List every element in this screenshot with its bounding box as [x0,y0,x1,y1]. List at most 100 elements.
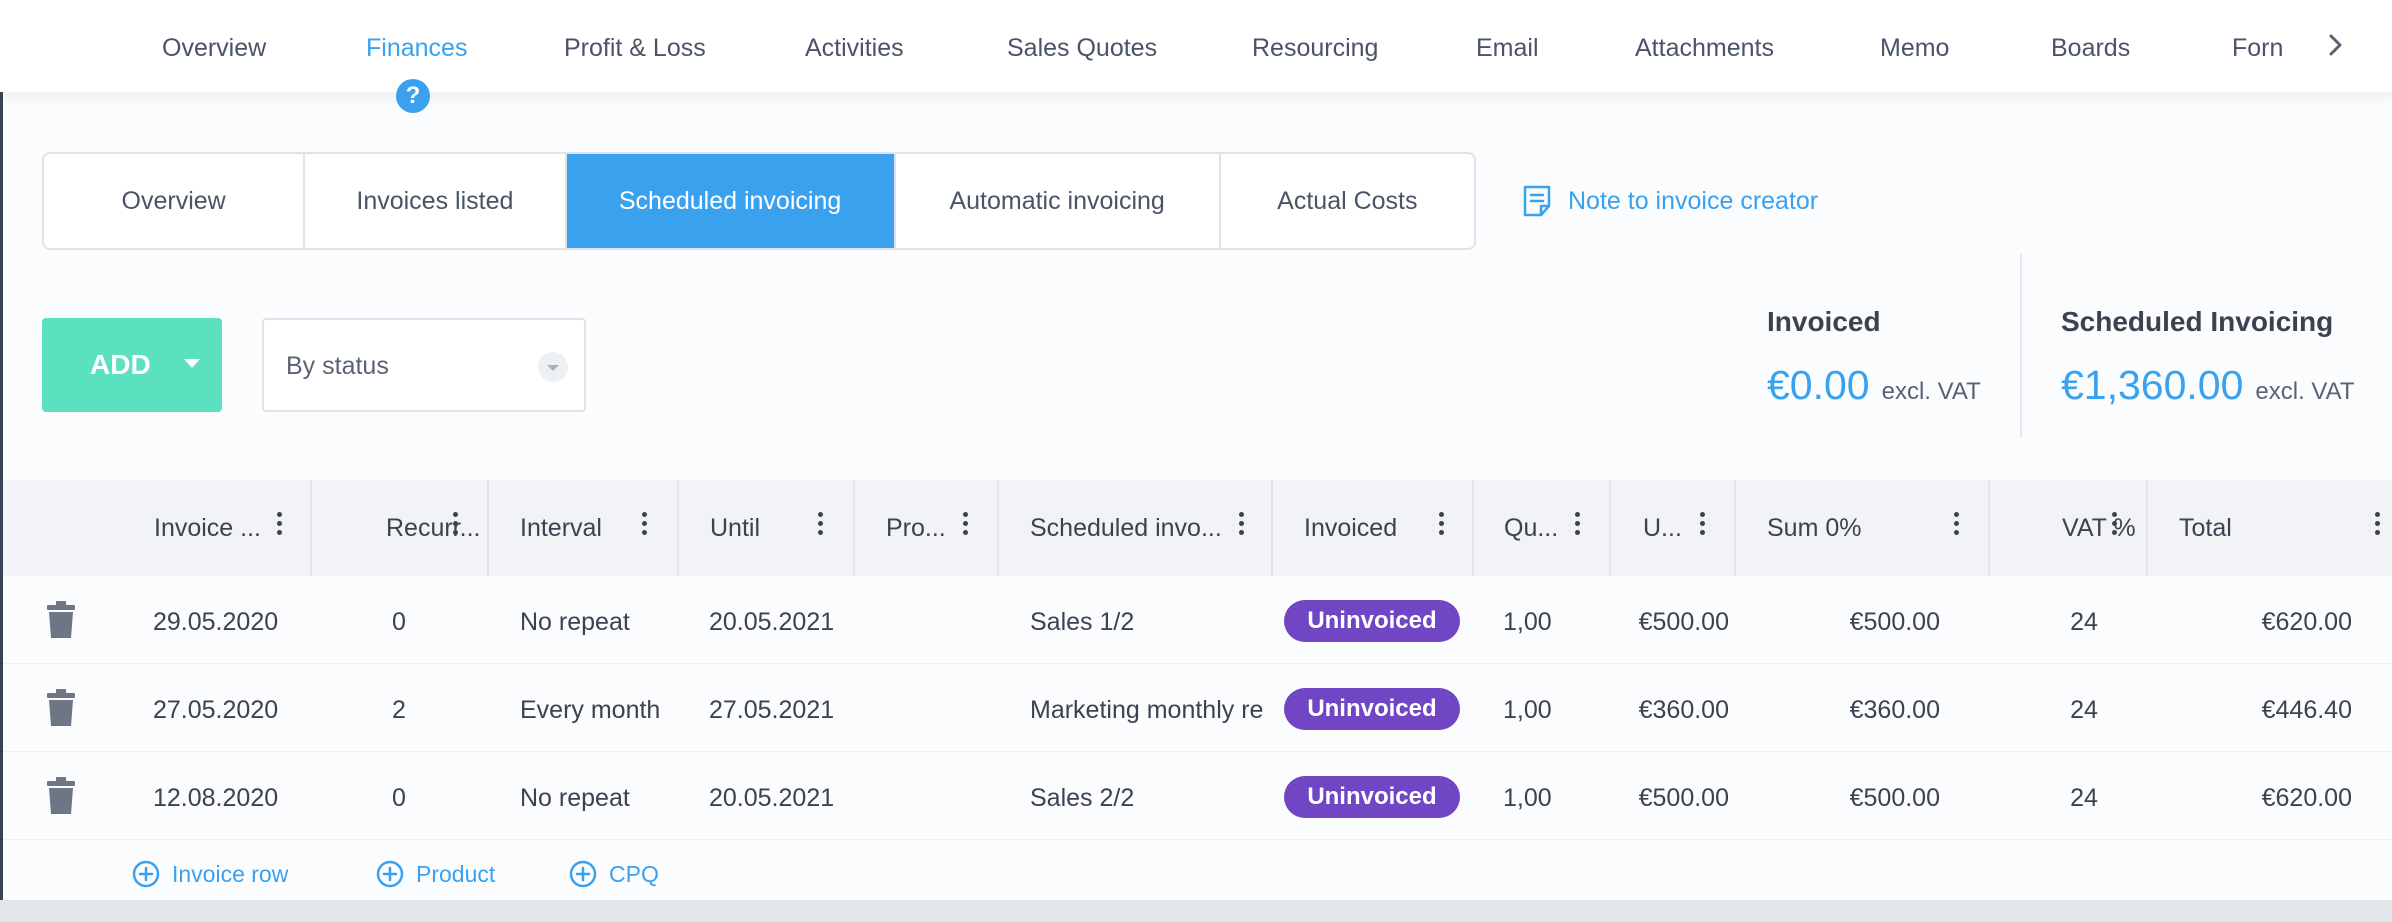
top-navigation: Overview Finances Profit & Loss Activiti… [0,0,2392,92]
column-header-quantity[interactable]: Qu... [1504,514,1558,543]
column-divider[interactable] [2146,480,2148,576]
trash-icon[interactable] [46,688,76,728]
status-badge: Uninvoiced [1284,688,1460,730]
cell-vat: 24 [2070,696,2098,724]
column-header-total[interactable]: Total [2179,514,2232,543]
column-divider[interactable] [1271,480,1273,576]
chevron-down-icon [538,352,568,382]
status-filter-select[interactable]: By status [262,318,586,412]
tab-finances[interactable]: Finances [366,34,467,63]
cell-until: 20.05.2021 [709,608,835,636]
cell-scheduled-invoice: Sales 1/2 [1030,608,1135,636]
add-product-label: Product [416,860,496,887]
chevron-right-icon[interactable] [2325,26,2349,64]
column-divider[interactable] [487,480,489,576]
column-menu-icon[interactable] [2112,512,2118,540]
subtab-invoices-listed[interactable]: Invoices listed [305,154,567,248]
add-cpq-label: CPQ [609,860,659,887]
cell-total: €620.00 [2261,608,2352,636]
table-row[interactable]: 27.05.2020 2 Every month 27.05.2021 Marketin… [0,664,2392,752]
finance-subtabs: Overview Invoices listed Scheduled invoi… [42,152,1476,250]
tab-forms[interactable]: Forn [2232,34,2282,63]
subtab-overview[interactable]: Overview [44,154,306,248]
tab-profit-loss[interactable]: Profit & Loss [564,34,706,63]
plus-circle-icon [569,860,597,888]
column-header-vat[interactable]: VAT % [2062,514,2136,543]
tab-memo[interactable]: Memo [1880,34,1949,63]
column-menu-icon[interactable] [963,512,969,540]
add-button-label: ADD [90,349,151,380]
column-menu-icon[interactable] [1439,512,1445,540]
tab-boards[interactable]: Boards [2051,34,2130,63]
tab-sales-quotes[interactable]: Sales Quotes [1007,34,1157,63]
column-divider[interactable] [1472,480,1474,576]
column-header-recurrence[interactable]: Recurr... [386,514,480,543]
subtab-automatic-invoicing[interactable]: Automatic invoicing [896,154,1221,248]
column-divider[interactable] [1734,480,1736,576]
tab-activities[interactable]: Activities [805,34,904,63]
add-button[interactable]: ADD [42,318,222,412]
tab-resourcing[interactable]: Resourcing [1252,34,1378,63]
table-header: Invoice ... Recurr... Interval Until Pro… [3,480,2392,576]
cell-until: 27.05.2021 [709,696,835,724]
add-product-link[interactable]: Product [376,860,495,888]
cell-scheduled-invoice: Sales 2/2 [1030,784,1135,812]
column-menu-icon[interactable] [1239,512,1245,540]
column-header-unit-price[interactable]: U... [1643,514,1682,543]
status-badge: Uninvoiced [1284,776,1460,818]
cell-interval: No repeat [520,608,630,636]
column-menu-icon[interactable] [1954,512,1960,540]
horizontal-scrollbar[interactable] [0,900,2392,922]
add-cpq-link[interactable]: CPQ [569,860,659,888]
help-icon[interactable]: ? [396,79,430,113]
invoiced-total-unit: excl. VAT [1881,378,1981,405]
column-menu-icon[interactable] [1575,512,1581,540]
cell-sum: €500.00 [1849,784,1940,812]
scheduled-total-amount: €1,360.00 [2061,362,2244,408]
cell-interval: No repeat [520,784,630,812]
tab-attachments[interactable]: Attachments [1635,34,1774,63]
column-divider[interactable] [310,480,312,576]
tab-overview[interactable]: Overview [162,34,266,63]
add-invoice-row-label: Invoice row [172,860,289,887]
add-invoice-row-link[interactable]: Invoice row [132,860,288,888]
column-divider[interactable] [997,480,999,576]
column-header-until[interactable]: Until [710,514,760,543]
tab-email[interactable]: Email [1476,34,1539,63]
scheduled-total: €1,360.00 excl. VAT [2061,362,2355,409]
column-header-scheduled-invoice[interactable]: Scheduled invo... [1030,514,1222,543]
column-divider[interactable] [1609,480,1611,576]
scheduled-total-label: Scheduled Invoicing [2061,306,2334,337]
column-header-sum[interactable]: Sum 0% [1767,514,1861,543]
note-to-invoice-creator-link[interactable]: Note to invoice creator [1522,184,1818,218]
column-header-invoice-date[interactable]: Invoice ... [154,514,261,543]
cell-sum: €500.00 [1849,608,1940,636]
cell-invoice-date: 27.05.2020 [153,696,279,724]
totals-divider [2020,254,2022,438]
column-menu-icon[interactable] [277,512,283,540]
column-divider[interactable] [853,480,855,576]
cell-invoice-date: 12.08.2020 [153,784,279,812]
trash-icon[interactable] [46,600,76,640]
column-menu-icon[interactable] [818,512,824,540]
cell-quantity: 1,00 [1503,784,1552,812]
subtab-actual-costs[interactable]: Actual Costs [1221,154,1474,248]
subtab-scheduled-invoicing[interactable]: Scheduled invoicing [566,154,896,248]
cell-sum: €360.00 [1849,696,1940,724]
caret-down-icon[interactable] [184,359,200,368]
column-header-interval[interactable]: Interval [520,514,602,543]
cell-vat: 24 [2070,784,2098,812]
column-divider[interactable] [677,480,679,576]
trash-icon[interactable] [46,776,76,816]
cell-unit-price: €500.00 [1638,608,1729,636]
invoiced-total-amount: €0.00 [1767,362,1870,408]
column-menu-icon[interactable] [1700,512,1706,540]
table-row[interactable]: 29.05.2020 0 No repeat 20.05.2021 Sales 1/2 1… [0,576,2392,664]
column-menu-icon[interactable] [2375,512,2381,540]
column-divider[interactable] [1988,480,1990,576]
column-header-product[interactable]: Pro... [886,514,946,543]
column-menu-icon[interactable] [453,512,459,540]
column-menu-icon[interactable] [642,512,648,540]
column-header-invoiced[interactable]: Invoiced [1304,514,1397,543]
table-row[interactable]: 12.08.2020 0 No repeat 20.05.2021 Sales 2/2 1… [0,752,2392,840]
